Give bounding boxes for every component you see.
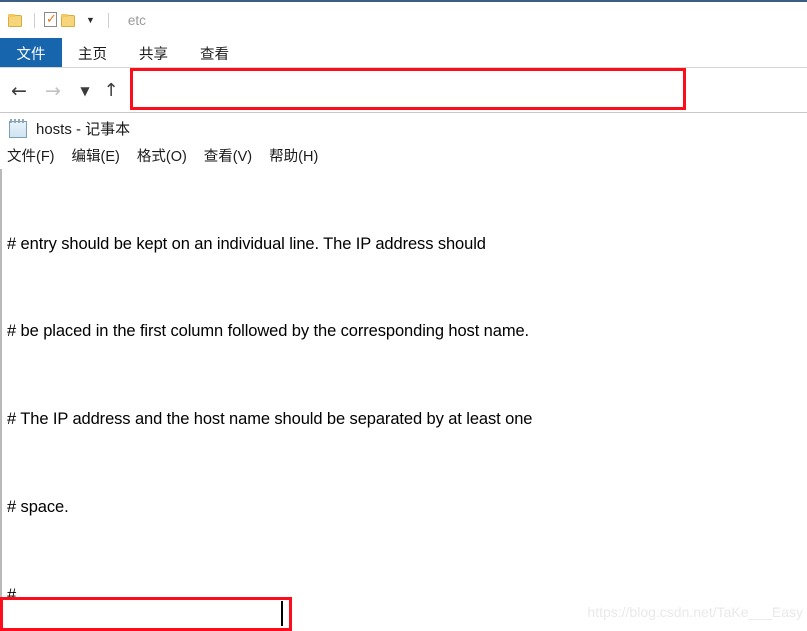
chevron-down-icon[interactable]: ▼ bbox=[86, 15, 95, 25]
window-title: etc bbox=[127, 12, 146, 28]
tab-view[interactable]: 查看 bbox=[184, 38, 245, 68]
check-icon: ✓ bbox=[46, 12, 57, 27]
text-caret bbox=[281, 601, 283, 626]
folder-icon-secondary[interactable] bbox=[61, 13, 76, 27]
toolbar-divider bbox=[34, 12, 35, 28]
notepad-menu-bar: 文件(F) 编辑(E) 格式(O) 查看(V) 帮助(H) bbox=[0, 142, 335, 168]
document-check-icon[interactable]: ✓ bbox=[44, 12, 58, 28]
menu-help[interactable]: 帮助(H) bbox=[269, 145, 318, 166]
ribbon-divider bbox=[0, 67, 807, 68]
recent-locations-chevron-down-icon[interactable]: ▼ bbox=[72, 78, 98, 104]
text-line: # bbox=[7, 586, 17, 605]
notepad-title: hosts - 记事本 bbox=[36, 120, 131, 138]
menu-edit[interactable]: 编辑(E) bbox=[72, 145, 120, 166]
folder-icon bbox=[8, 13, 23, 27]
text-line: # The IP address and the host name shoul… bbox=[7, 410, 533, 429]
notepad-icon bbox=[9, 118, 28, 138]
file-explorer-window: ✓ ▼ etc 文件 主页 共享 查看 ← → ▼ ↑ › 此电脑 › 本地磁盘… bbox=[0, 0, 807, 170]
menu-format[interactable]: 格式(O) bbox=[137, 145, 187, 166]
text-line: # entry should be kept on an individual … bbox=[7, 234, 486, 253]
back-arrow-icon[interactable]: ← bbox=[6, 78, 32, 104]
menu-view[interactable]: 查看(V) bbox=[204, 145, 252, 166]
notepad-window: hosts - 记事本 文件(F) 编辑(E) 格式(O) 查看(V) 帮助(H… bbox=[0, 112, 807, 631]
ribbon-tab-bar: 文件 主页 共享 查看 bbox=[0, 38, 807, 68]
hosts-file-content[interactable]: # entry should be kept on an individual … bbox=[2, 169, 807, 631]
text-line: # space. bbox=[7, 498, 69, 517]
menu-file[interactable]: 文件(F) bbox=[7, 145, 55, 166]
toolbar-divider-2 bbox=[107, 12, 109, 28]
forward-arrow-icon[interactable]: → bbox=[40, 78, 66, 104]
quick-access-toolbar: ✓ ▼ etc bbox=[0, 4, 807, 36]
tab-share[interactable]: 共享 bbox=[123, 38, 184, 68]
notepad-text-area[interactable]: # entry should be kept on an individual … bbox=[0, 169, 807, 631]
up-arrow-icon[interactable]: ↑ bbox=[98, 78, 124, 104]
navigation-bar: ← → ▼ ↑ › 此电脑 › 本地磁盘 (C:) › Windows › Sy… bbox=[0, 72, 807, 170]
tab-file[interactable]: 文件 bbox=[0, 38, 62, 68]
notepad-title-bar: hosts - 记事本 bbox=[0, 115, 130, 141]
tab-home[interactable]: 主页 bbox=[62, 38, 123, 68]
text-line: # be placed in the first column followed… bbox=[7, 322, 530, 341]
